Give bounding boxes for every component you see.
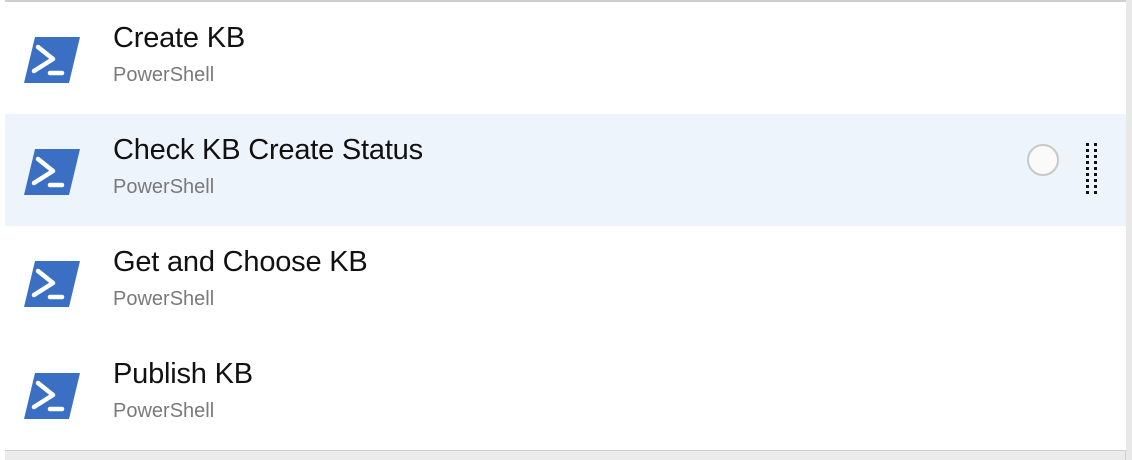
item-subtitle: PowerShell: [113, 64, 215, 86]
item-title: Get and Choose KB: [113, 246, 368, 278]
list-item-check-kb-create-status[interactable]: Check KB Create Status PowerShell: [5, 114, 1126, 226]
list-item-create-kb[interactable]: Create KB PowerShell: [5, 2, 1126, 114]
item-title: Create KB: [113, 22, 245, 54]
powershell-icon: [23, 371, 81, 421]
list-item-get-and-choose-kb[interactable]: Get and Choose KB PowerShell: [5, 226, 1126, 338]
powershell-icon: [23, 147, 81, 197]
item-title: Publish KB: [113, 358, 253, 390]
item-subtitle: PowerShell: [113, 176, 215, 198]
script-list: Create KB PowerShell Check KB Create Sta…: [5, 2, 1126, 451]
window-right-border: [1125, 0, 1132, 460]
drag-handle-icon[interactable]: [1083, 142, 1101, 198]
select-radio-button[interactable]: [1027, 144, 1059, 176]
powershell-icon: [23, 259, 81, 309]
list-item-publish-kb[interactable]: Publish KB PowerShell: [5, 338, 1126, 450]
item-subtitle: PowerShell: [113, 400, 215, 422]
powershell-icon: [23, 35, 81, 85]
item-subtitle: PowerShell: [113, 288, 215, 310]
item-title: Check KB Create Status: [113, 134, 423, 166]
